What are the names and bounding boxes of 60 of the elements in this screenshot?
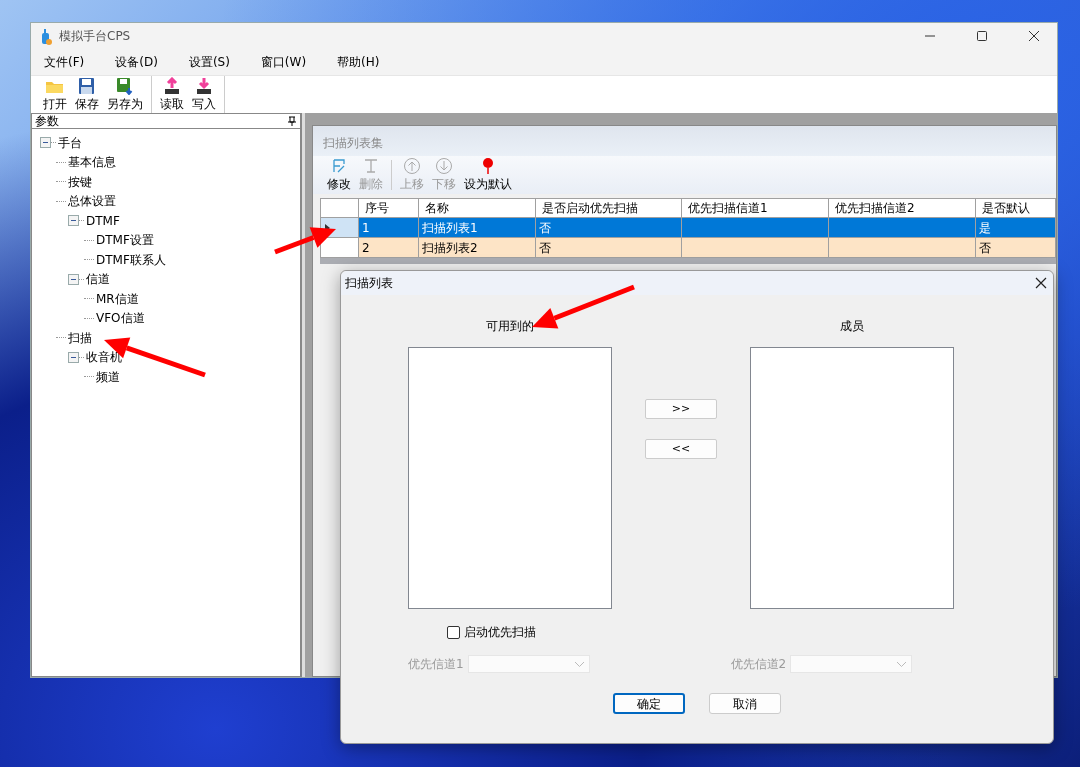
move-button[interactable]: >>	[645, 399, 717, 419]
dialog-button[interactable]: 确定	[613, 693, 685, 714]
list-label: 成员	[840, 318, 864, 335]
tree-item[interactable]: MR信道	[96, 289, 139, 308]
download-icon	[194, 76, 214, 95]
dialog-title: 扫描列表	[345, 275, 393, 292]
delete-icon	[362, 157, 380, 175]
tree-item[interactable]: 频道	[96, 367, 120, 386]
tree-item[interactable]: DTMF设置	[96, 231, 154, 250]
menu-item[interactable]: 帮助(H)	[328, 51, 389, 73]
menu-item[interactable]: 设置(S)	[179, 51, 239, 73]
move-button[interactable]: <<	[645, 439, 717, 459]
toolbar-button[interactable]: 打开	[39, 76, 71, 113]
toolbar-button[interactable]: 读取	[156, 76, 188, 113]
column-header[interactable]: 名称	[418, 198, 536, 218]
toolbar-button[interactable]: 保存	[71, 76, 103, 113]
checkbox-label[interactable]: 启动优先扫描	[464, 623, 536, 641]
pin-icon[interactable]	[287, 115, 297, 127]
menu-item[interactable]: 文件(F)	[35, 51, 94, 73]
tree-item[interactable]: 基本信息	[68, 153, 116, 172]
app-icon	[39, 27, 53, 45]
column-header[interactable]: 优先扫描信道2	[828, 198, 976, 218]
tree-item[interactable]: 手台	[58, 133, 82, 152]
collapse-icon[interactable]	[68, 351, 79, 363]
collapse-icon[interactable]	[68, 215, 79, 227]
column-header[interactable]: 序号	[358, 198, 419, 218]
column-header[interactable]: 是否默认	[975, 198, 1056, 218]
chevron-down-icon	[573, 660, 585, 668]
table-row[interactable]: 2 扫描列表2 否 否	[320, 237, 1056, 258]
toolbar-button[interactable]: 写入	[188, 76, 220, 113]
checkbox[interactable]	[447, 625, 460, 639]
panel-title: 参数	[35, 113, 59, 130]
tree-item[interactable]: 扫描	[68, 328, 92, 347]
collapse-icon[interactable]	[40, 137, 51, 149]
toolbar-button[interactable]: 另存为	[103, 76, 147, 113]
tree-item[interactable]: 按键	[68, 172, 92, 191]
tree-item[interactable]: 收音机	[86, 348, 122, 367]
collapse-icon[interactable]	[68, 273, 79, 285]
annotation-arrow	[274, 227, 336, 255]
combo-label: 优先信道1	[408, 656, 464, 673]
combo-label: 优先信道2	[730, 656, 787, 673]
column-header[interactable]: 是否启动优先扫描	[535, 198, 682, 218]
tree-item[interactable]: DTMF联系人	[96, 250, 166, 269]
tree-item[interactable]: 信道	[86, 270, 110, 289]
tree-item[interactable]: 总体设置	[68, 192, 116, 211]
column-header[interactable]: 优先扫描信道1	[681, 198, 829, 218]
menu-item[interactable]: 窗口(W)	[251, 51, 316, 73]
dialog-button[interactable]: 取消	[709, 693, 781, 714]
child-window-title: 扫描列表集	[313, 126, 1056, 156]
tree-item[interactable]: DTMF	[86, 211, 120, 230]
tree-item[interactable]: VFO信道	[96, 309, 145, 328]
edit-icon	[330, 157, 348, 175]
menu-item[interactable]: 设备(D)	[106, 51, 167, 73]
toolbar-button[interactable]: 修改	[323, 157, 355, 193]
upload-icon	[162, 76, 182, 95]
toolbar-button[interactable]: 设为默认	[460, 157, 516, 193]
chevron-down-icon	[896, 660, 908, 668]
list-label: 可用到的	[486, 318, 534, 335]
table-row[interactable]: 1 扫描列表1 否 是	[320, 217, 1056, 238]
window-title: 模拟手台CPS	[59, 28, 131, 45]
